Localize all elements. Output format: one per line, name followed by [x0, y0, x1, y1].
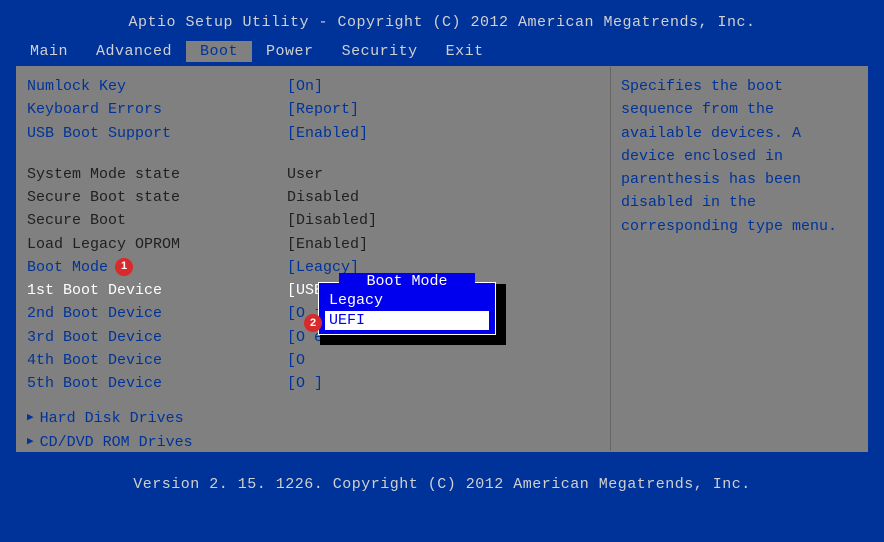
setting-boot-mode[interactable]: Boot Mode [Leagcy] 1	[27, 256, 600, 279]
setting-value: [On]	[287, 75, 600, 98]
setting-secure-boot-state: Secure Boot state Disabled	[27, 186, 600, 209]
setting-value: [O	[287, 349, 600, 372]
setting-label: Boot Mode	[27, 256, 287, 279]
setting-label: 2nd Boot Device	[27, 302, 287, 325]
setting-secure-boot: Secure Boot [Disabled]	[27, 209, 600, 232]
setting-label: Secure Boot state	[27, 186, 287, 209]
bios-footer: Version 2. 15. 1226. Copyright (C) 2012 …	[0, 452, 884, 517]
setting-value: [O ]	[287, 372, 600, 395]
bios-header: Aptio Setup Utility - Copyright (C) 2012…	[0, 0, 884, 41]
tab-security[interactable]: Security	[328, 41, 432, 62]
setting-label: Numlock Key	[27, 75, 287, 98]
help-text: Specifies the boot sequence from the ava…	[621, 75, 857, 238]
setting-label: System Mode state	[27, 163, 287, 186]
submenu-hdd[interactable]: ▶ Hard Disk Drives	[27, 407, 600, 430]
setting-system-mode: System Mode state User	[27, 163, 600, 186]
submenu-label: Hard Disk Drives	[40, 407, 184, 430]
setting-label: Keyboard Errors	[27, 98, 287, 121]
tab-power[interactable]: Power	[252, 41, 328, 62]
tab-exit[interactable]: Exit	[432, 41, 498, 62]
setting-fifth-boot[interactable]: 5th Boot Device [O ]	[27, 372, 600, 395]
setting-label: 1st Boot Device	[27, 279, 287, 302]
annotation-badge-1: 1	[115, 258, 133, 276]
submenu-cddvd[interactable]: ▶ CD/DVD ROM Drives	[27, 431, 600, 454]
setting-label: 5th Boot Device	[27, 372, 287, 395]
popup-title: Boot Mode	[339, 273, 475, 290]
setting-label: Load Legacy OPROM	[27, 233, 287, 256]
content-area: Numlock Key [On] Keyboard Errors [Report…	[16, 66, 868, 452]
setting-label: USB Boot Support	[27, 122, 287, 145]
tab-main[interactable]: Main	[16, 41, 82, 62]
setting-load-legacy: Load Legacy OPROM [Enabled]	[27, 233, 600, 256]
popup-item-legacy[interactable]: Legacy	[325, 291, 489, 311]
setting-label: Secure Boot	[27, 209, 287, 232]
setting-value: [Enabled]	[287, 122, 600, 145]
setting-fourth-boot[interactable]: 4th Boot Device [O	[27, 349, 600, 372]
menu-tabs: Main Advanced Boot Power Security Exit	[0, 41, 884, 62]
setting-value: [Enabled]	[287, 233, 600, 256]
setting-keyboard-errors[interactable]: Keyboard Errors [Report]	[27, 98, 600, 121]
boot-mode-popup: Boot Mode Legacy UEFI 2	[320, 284, 506, 345]
triangle-icon: ▶	[27, 434, 34, 451]
setting-first-boot[interactable]: 1st Boot Device [USB Storage Device]	[27, 279, 600, 302]
tab-boot[interactable]: Boot	[186, 41, 252, 62]
popup-item-uefi[interactable]: UEFI	[325, 311, 489, 331]
setting-numlock[interactable]: Numlock Key [On]	[27, 75, 600, 98]
submenu-label: CD/DVD ROM Drives	[40, 431, 193, 454]
triangle-icon: ▶	[27, 410, 34, 427]
setting-value: Disabled	[287, 186, 600, 209]
setting-label: 3rd Boot Device	[27, 326, 287, 349]
tab-advanced[interactable]: Advanced	[82, 41, 186, 62]
setting-value: [Disabled]	[287, 209, 600, 232]
annotation-badge-2: 2	[304, 314, 322, 332]
setting-label: 4th Boot Device	[27, 349, 287, 372]
setting-value: [Report]	[287, 98, 600, 121]
help-panel: Specifies the boot sequence from the ava…	[611, 67, 867, 451]
setting-value: User	[287, 163, 600, 186]
settings-panel: Numlock Key [On] Keyboard Errors [Report…	[17, 67, 611, 451]
setting-usb-boot[interactable]: USB Boot Support [Enabled]	[27, 122, 600, 145]
